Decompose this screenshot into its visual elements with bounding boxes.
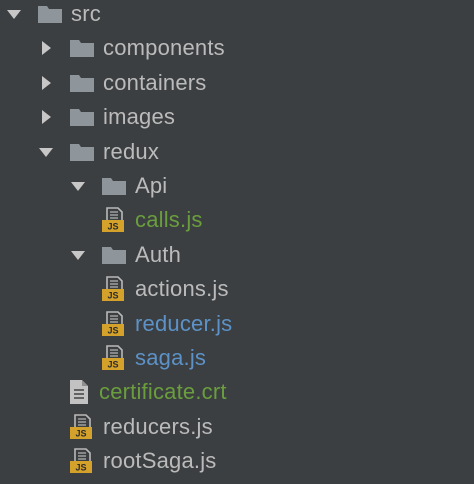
js-file-icon: JS — [102, 310, 124, 336]
tree-node-label: reducer.js — [135, 310, 233, 336]
tree-node-label: Auth — [135, 241, 182, 267]
tree-folder-row[interactable]: containers — [0, 66, 474, 100]
tree-node-label: actions.js — [135, 276, 229, 302]
tree-folder-row[interactable]: redux — [0, 135, 474, 169]
tree-node-label: certificate.crt — [99, 379, 227, 405]
folder-icon — [102, 246, 126, 264]
tree-node[interactable]: Auth — [69, 238, 181, 272]
js-file-icon: JS — [102, 276, 124, 302]
tree-node-label: calls.js — [135, 207, 203, 233]
tree-node-label: reducers.js — [103, 413, 213, 439]
certificate-file-icon — [70, 380, 88, 405]
svg-text:JS: JS — [75, 428, 86, 438]
folder-icon — [102, 178, 126, 195]
tree-node[interactable]: JS calls.js — [101, 203, 203, 237]
tree-file-row[interactable]: JS rootSaga.js — [0, 444, 474, 478]
chevron-down-icon[interactable] — [37, 143, 55, 161]
chevron-right-icon[interactable] — [37, 74, 55, 92]
tree-node-label: rootSaga.js — [103, 448, 217, 474]
tree-node-label: images — [103, 104, 176, 130]
folder-icon — [70, 74, 94, 92]
chevron-down-icon[interactable] — [69, 177, 87, 195]
folder-icon — [70, 109, 94, 127]
tree-folder-row[interactable]: components — [0, 31, 474, 65]
tree-node[interactable]: certificate.crt — [69, 375, 227, 409]
folder-icon — [70, 143, 94, 161]
tree-node-label: components — [103, 35, 225, 61]
tree-node[interactable]: JS reducers.js — [69, 410, 213, 444]
folder-icon — [38, 6, 62, 23]
svg-text:JS: JS — [107, 222, 118, 232]
tree-file-row[interactable]: JS calls.js — [0, 203, 474, 237]
tree-node[interactable]: JS saga.js — [101, 341, 206, 375]
js-file-icon: JS — [102, 207, 124, 233]
tree-node-label: redux — [103, 138, 160, 164]
svg-text:JS: JS — [107, 360, 118, 370]
tree-node[interactable]: src — [5, 0, 101, 31]
js-file-icon: JS — [70, 413, 92, 439]
js-file-icon: JS — [70, 448, 92, 474]
tree-folder-row[interactable]: images — [0, 100, 474, 134]
tree-node[interactable]: JS actions.js — [101, 272, 229, 306]
tree-folder-row[interactable]: Auth — [0, 238, 474, 272]
tree-node-label: containers — [103, 69, 207, 95]
tree-node[interactable]: JS rootSaga.js — [69, 444, 217, 478]
tree-node[interactable]: components — [37, 31, 225, 65]
chevron-down-icon[interactable] — [5, 5, 23, 23]
svg-text:JS: JS — [75, 463, 86, 473]
folder-icon — [70, 40, 94, 58]
tree-file-row[interactable]: JS reducers.js — [0, 410, 474, 444]
tree-folder-row[interactable]: Api — [0, 169, 474, 203]
tree-file-row[interactable]: certificate.crt — [0, 375, 474, 409]
project-tree: src components containers images redux Api JS c… — [0, 0, 474, 484]
svg-text:JS: JS — [107, 325, 118, 335]
tree-node[interactable]: containers — [37, 66, 207, 100]
chevron-right-icon[interactable] — [37, 108, 55, 126]
tree-node-label: saga.js — [135, 345, 207, 370]
js-file-icon: JS — [102, 345, 124, 370]
tree-file-row[interactable]: JS saga.js — [0, 341, 474, 375]
tree-node-label: src — [71, 1, 101, 26]
tree-file-row[interactable]: JS reducer.js — [0, 307, 474, 341]
svg-text:JS: JS — [107, 291, 118, 301]
tree-node[interactable]: redux — [37, 135, 159, 169]
tree-node[interactable]: JS reducer.js — [101, 307, 232, 341]
tree-folder-row[interactable]: src — [0, 0, 474, 31]
tree-file-row[interactable]: JS actions.js — [0, 272, 474, 306]
tree-node-label: Api — [135, 173, 168, 198]
tree-node[interactable]: Api — [69, 169, 167, 203]
tree-node[interactable]: images — [37, 100, 175, 134]
chevron-down-icon[interactable] — [69, 246, 87, 264]
chevron-right-icon[interactable] — [37, 39, 55, 57]
